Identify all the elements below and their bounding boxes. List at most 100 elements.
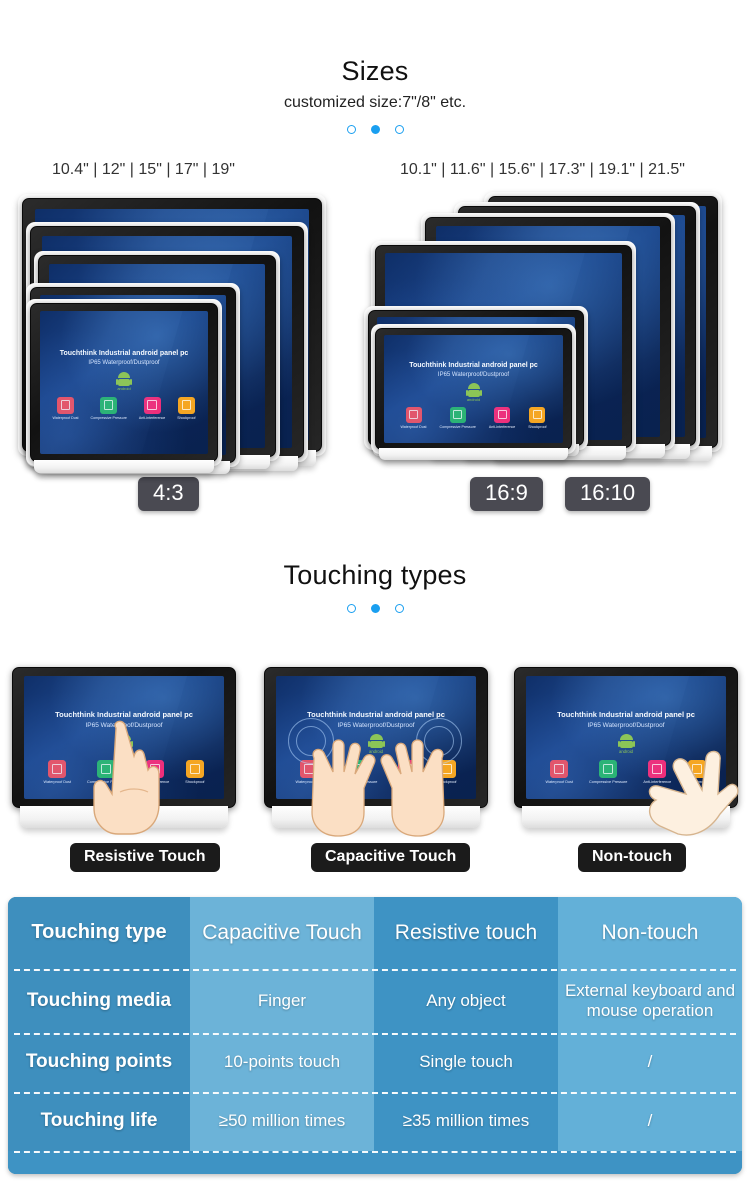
compressive-pressure-icon <box>599 760 618 778</box>
panel-screen: Touchthink Industrial android panel pc I… <box>40 311 208 454</box>
row-value: 10-points touch <box>223 1052 341 1072</box>
shockproof-icon <box>529 406 546 423</box>
row-value: Single touch <box>419 1052 513 1072</box>
row-value: Finger <box>257 990 307 1010</box>
indicator-dot-2-active[interactable] <box>370 604 380 613</box>
product-detail-page: Sizes customized size:7"/8" etc. 10.4" |… <box>0 0 750 1182</box>
android-wordmark: android <box>619 749 633 754</box>
waterproof-dust-icon <box>48 760 67 778</box>
feature-label: Waterproof Dust <box>545 780 574 784</box>
pointing-hand-illustration <box>93 720 160 835</box>
screen-title: Touchthink Industrial android panel pc <box>307 710 445 719</box>
row-value: ≥50 million times <box>218 1111 346 1131</box>
feature-label: Waterproof Dust <box>43 780 72 784</box>
feature-shockproof: Shockproof <box>528 406 547 429</box>
feature-waterproof-dust: Waterproof Dust <box>400 406 427 429</box>
feature-anti-interference: Anti-interference <box>138 396 166 420</box>
panel-10in-wide[interactable]: Touchthink Industrial android panel pc I… <box>371 324 576 460</box>
shockproof-icon <box>177 396 195 414</box>
android-logo-icon <box>465 382 482 397</box>
indicator-dot-3[interactable] <box>394 604 404 613</box>
feature-label: Anti-interference <box>488 424 516 429</box>
screen-subtitle: IP65 Waterproof/Dustproof <box>587 722 665 729</box>
feature-anti-interference: Anti-interference <box>488 406 516 429</box>
right-hand-illustration <box>380 739 445 837</box>
screen-subtitle: IP65 Waterproof/Dustproof <box>437 371 510 378</box>
left-group-size-labels: 10.4" | 12" | 15" | 17" | 19" <box>52 161 235 178</box>
feature-label: Waterproof Dust <box>52 415 79 420</box>
feature-label: Waterproof Dust <box>400 424 427 429</box>
right-group-size-labels: 10.1" | 11.6" | 15.6" | 17.3" | 19.1" | … <box>400 161 685 178</box>
touching-section-header: Touching types <box>0 560 750 613</box>
feature-compressive-pressure: Compressive Pressure <box>90 396 127 420</box>
compressive-pressure-icon <box>100 396 118 414</box>
touching-indicator-dots[interactable] <box>0 604 750 613</box>
panel-screen: Touchthink Industrial android panel pc I… <box>384 335 563 443</box>
indicator-dot-3[interactable] <box>394 125 404 134</box>
android-logo-icon <box>617 734 635 748</box>
resistive-touch-badge: Resistive Touch <box>70 843 220 872</box>
row-label: Touching points <box>25 1051 173 1073</box>
touch-comparison-table: Touching type Capacitive Touch Resistive… <box>8 897 742 1174</box>
sizes-section-header: Sizes customized size:7"/8" etc. <box>0 56 750 134</box>
waterproof-dust-icon <box>57 396 75 414</box>
screen-title: Touchthink Industrial android panel pc <box>59 349 189 357</box>
table-footer-band <box>8 1151 742 1174</box>
table-row-touching-life: Touching life ≥50 million times ≥35 mill… <box>8 1092 742 1151</box>
screen-title: Touchthink Industrial android panel pc <box>557 710 695 719</box>
android-logo-icon <box>116 371 132 386</box>
touching-types-title: Touching types <box>283 560 467 590</box>
anti-interference-icon <box>494 406 511 423</box>
screen-feature-row: Waterproof Dust Compressive Pressure Ant… <box>40 396 208 420</box>
feature-label: Shockproof <box>177 415 196 420</box>
header-cell-resistive: Resistive touch <box>394 920 538 944</box>
feature-waterproof-dust: Waterproof Dust <box>545 760 574 784</box>
feature-label: Compressive Pressure <box>589 780 628 784</box>
ratio-badge-4-3: 4:3 <box>138 477 199 511</box>
screen-feature-row: Waterproof Dust Compressive Pressure Ant… <box>384 406 563 429</box>
header-cell-touching-type: Touching type <box>31 921 167 944</box>
feature-label: Anti-interference <box>138 415 166 420</box>
row-value: External keyboard and mouse operation <box>564 980 736 1020</box>
waterproof-dust-icon <box>405 406 422 423</box>
non-touch-badge: Non-touch <box>578 843 686 872</box>
sizes-title: Sizes <box>341 56 409 86</box>
row-value: ≥35 million times <box>402 1111 530 1131</box>
feature-shockproof: Shockproof <box>177 396 196 420</box>
indicator-dot-2-active[interactable] <box>370 125 380 134</box>
feature-waterproof-dust: Waterproof Dust <box>43 760 72 784</box>
panel-10in[interactable]: Touchthink Industrial android panel pc I… <box>26 299 222 473</box>
feature-label: Compressive Pressure <box>90 415 127 420</box>
header-cell-capacitive: Capacitive Touch <box>202 920 362 944</box>
ratio-badge-16-9: 16:9 <box>470 477 543 511</box>
shockproof-icon <box>185 760 204 778</box>
feature-label: Shockproof <box>528 424 547 429</box>
table-row-touching-media: Touching media Finger Any object Externa… <box>8 969 742 1033</box>
feature-compressive-pressure: Compressive Pressure <box>589 760 627 784</box>
header-cell-non-touch: Non-touch <box>601 920 699 944</box>
resting-hand-illustration <box>648 750 739 836</box>
android-wordmark: android <box>466 396 481 402</box>
waterproof-dust-icon <box>550 760 569 778</box>
screen-subtitle: IP65 Waterproof/Dustproof <box>337 722 415 729</box>
compressive-pressure-icon <box>449 406 466 423</box>
panel-base <box>379 448 568 460</box>
indicator-dot-1[interactable] <box>346 125 356 134</box>
table-row-touching-points: Touching points 10-points touch Single t… <box>8 1033 742 1092</box>
screen-title: Touchthink Industrial android panel pc <box>409 361 538 369</box>
indicator-dot-1[interactable] <box>346 604 356 613</box>
row-value: / <box>647 1052 653 1072</box>
table-header-row: Touching type Capacitive Touch Resistive… <box>8 897 742 969</box>
screen-subtitle: IP65 Waterproof/Dustproof <box>88 359 160 366</box>
feature-waterproof-dust: Waterproof Dust <box>52 396 79 420</box>
panel-base <box>34 460 214 473</box>
feature-shockproof: Shockproof <box>185 760 205 784</box>
row-value: Any object <box>426 990 506 1010</box>
android-wordmark: android <box>117 385 131 391</box>
row-value: / <box>647 1111 653 1131</box>
feature-label: Compressive Pressure <box>439 424 476 429</box>
feature-label: Shockproof <box>185 780 205 784</box>
ratio-badge-16-10: 16:10 <box>565 477 651 511</box>
sizes-indicator-dots[interactable] <box>0 125 750 134</box>
row-label: Touching life <box>40 1110 158 1132</box>
